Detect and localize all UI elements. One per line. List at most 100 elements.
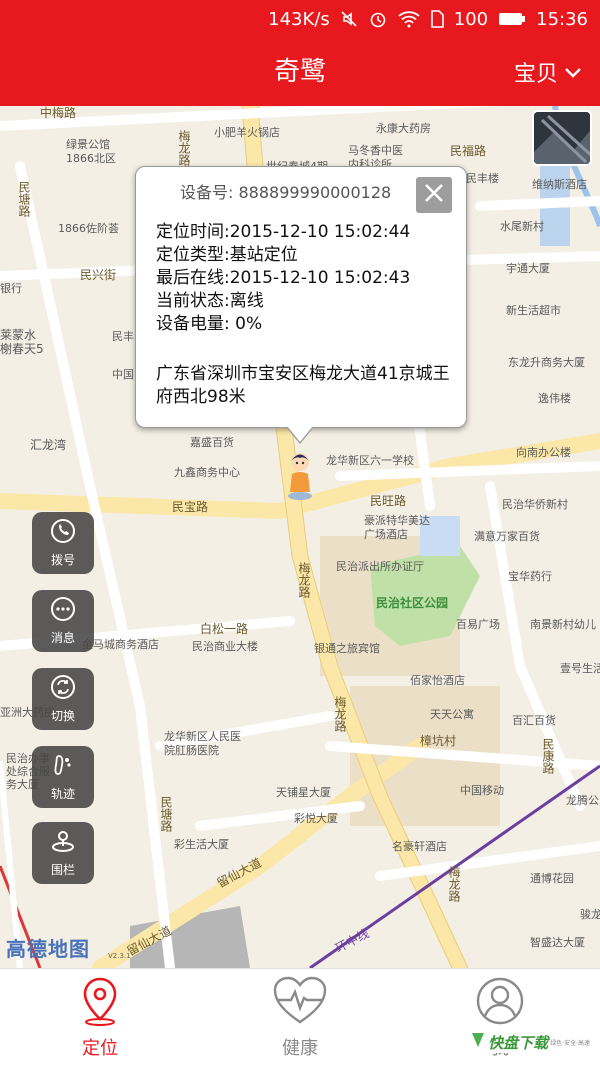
poi-label: 彩生活大厦: [174, 838, 229, 851]
battery-status: 设备电量: 0%: [156, 314, 263, 334]
status-bar: 143K/s 100 15:36: [0, 0, 600, 38]
locate-type: 定位类型:基站定位: [156, 245, 298, 265]
app-bar: 奇鹭 宝贝: [0, 38, 600, 106]
poi-label: 1866佐阶荟: [58, 222, 119, 235]
track-button[interactable]: 轨迹: [32, 746, 94, 808]
location-pin-icon: [80, 976, 120, 1030]
poi-label: 百汇百货: [512, 714, 556, 727]
poi-label: 天铺星大厦: [276, 786, 331, 799]
road-label: 民塘路: [159, 796, 173, 832]
poi-label: 龙华新区六一学校: [326, 454, 414, 467]
poi-label: 绿景公馆1866北区: [66, 138, 116, 165]
poi-label: 天天公寓: [430, 708, 474, 721]
clock: 15:36: [536, 8, 588, 30]
popup-pointer: [286, 426, 314, 444]
park-label: 民治社区公园: [376, 596, 449, 610]
device-selector-label: 宝贝: [513, 62, 558, 87]
poi-label: 智盛达大厦: [530, 936, 585, 949]
poi-label: 嘉盛百货: [190, 436, 234, 449]
message-button-label: 消息: [50, 631, 75, 645]
poi-label: 骏龙: [580, 908, 600, 921]
road-label: 民旺路: [370, 494, 407, 508]
poi-label: 通博花园: [530, 872, 574, 885]
poi-label: 宇通大厦: [506, 262, 550, 275]
road-label: 民兴街: [80, 268, 117, 282]
poi-label: 东龙升商务大厦: [508, 356, 585, 369]
message-button[interactable]: 消息: [32, 590, 94, 652]
last-online: 最后在线:2015-12-10 15:02:43: [156, 268, 411, 288]
nav-tab-location[interactable]: 定位: [0, 969, 200, 1067]
poi-label: 新生活超市: [506, 304, 561, 317]
battery-level: 100: [453, 8, 489, 30]
popup-close-button[interactable]: [416, 177, 452, 213]
dial-button[interactable]: 拨号: [32, 512, 94, 574]
poi-label: 樟坑村: [420, 734, 457, 748]
battery-icon: [498, 11, 526, 27]
poi-label: 向南办公楼: [516, 446, 571, 459]
poi-label: 民治商业大楼: [192, 640, 258, 653]
poi-label: 民治华侨新村: [502, 498, 568, 511]
nav-label-location: 定位: [82, 1038, 118, 1059]
poi-label: 中国移动: [460, 784, 504, 797]
poi-label: 民治派出所办证厅: [336, 560, 424, 573]
road-label: 民宝路: [172, 500, 209, 514]
bottom-nav: 定位 健康 我 快盘下载 绿色·安全·高速: [0, 968, 600, 1067]
nav-tab-health[interactable]: 健康: [200, 969, 400, 1067]
footprint-icon: [50, 752, 76, 782]
mute-icon: [340, 10, 358, 28]
road-label: 梅龙路: [447, 866, 461, 902]
device-status-lines: 定位时间:2015-12-10 15:02:44 定位类型:基站定位 最后在线:…: [156, 221, 410, 336]
track-button-label: 轨迹: [50, 787, 75, 801]
sim-icon: [430, 10, 444, 28]
road-label: 梅龙路: [333, 696, 347, 732]
watermark-logo-icon: [470, 1031, 486, 1053]
road-label: 梅龙路: [297, 562, 311, 598]
fence-button-label: 围栏: [50, 863, 75, 877]
road-label: 白松一路: [200, 622, 249, 636]
poi-label: 满意万家百货: [474, 530, 540, 543]
road-label: 中梅路: [40, 106, 77, 120]
device-address: 广东省深圳市宝安区梅龙大道41京城王府西北98米: [156, 364, 450, 407]
wifi-icon: [398, 10, 420, 28]
poi-label: 水尾新村: [500, 220, 544, 233]
poi-label: 南景新村幼儿: [530, 618, 596, 631]
map-view[interactable]: 中梅路 梅龙路 民塘路 民兴街 民宝路 民旺路 白松一路 梅龙路 梅龙路 民塘路…: [0, 106, 600, 968]
device-info-popup: 设备号: 888899990000128 定位时间:2015-12-10 15:…: [135, 166, 467, 444]
poi-label: 小肥羊火锅店: [214, 126, 280, 139]
poi-label: 龙华新区人民医院肛肠医院: [164, 730, 241, 757]
poi-label: 民丰楼: [466, 172, 499, 185]
poi-label: 佰家怡酒店: [410, 674, 465, 687]
poi-label: 银行: [0, 282, 22, 295]
fence-button[interactable]: 围栏: [32, 822, 94, 884]
amap-logo: 高德地图: [6, 937, 90, 961]
poi-label: 龙腾公: [566, 794, 599, 807]
app-title: 奇鹭: [273, 57, 326, 87]
poi-label: 百易广场: [456, 618, 500, 631]
poi-label: 民丰: [112, 330, 134, 343]
poi-label: 民福路: [450, 144, 487, 158]
poi-label: 彩悦大厦: [294, 812, 338, 825]
device-selector[interactable]: 宝贝: [514, 38, 582, 106]
poi-label: 宝华药行: [508, 570, 552, 583]
poi-label: 逸伟楼: [538, 392, 571, 405]
network-speed: 143K/s: [268, 8, 330, 30]
poi-label: 豪派特华美达广场酒店: [364, 514, 430, 541]
road-label: 民塘路: [17, 181, 31, 217]
poi-label: 名豪轩酒店: [392, 840, 447, 853]
device-id-row: 设备号: 888899990000128: [180, 179, 391, 203]
watermark-text: 快盘下载: [488, 1033, 549, 1052]
locate-time: 定位时间:2015-12-10 15:02:44: [156, 222, 411, 242]
road-label: 梅龙路: [177, 130, 191, 166]
road-label: 民康路: [541, 738, 555, 774]
poi-label: 维纳斯酒店: [532, 178, 587, 191]
poi-label: 汇龙湾: [30, 438, 67, 452]
switch-button[interactable]: 切换: [32, 668, 94, 730]
poi-label: 银通之旅宾馆: [314, 642, 380, 655]
user-icon: [475, 976, 525, 1030]
dial-button-label: 拨号: [50, 553, 75, 567]
child-location-marker[interactable]: [284, 450, 316, 500]
street-view-thumbnail[interactable]: [532, 110, 592, 166]
poi-label: 九鑫商务中心: [174, 466, 240, 479]
watermark: 快盘下载 绿色·安全·高速: [470, 1031, 590, 1053]
poi-label: 莱蒙水榭春天5: [0, 328, 44, 356]
